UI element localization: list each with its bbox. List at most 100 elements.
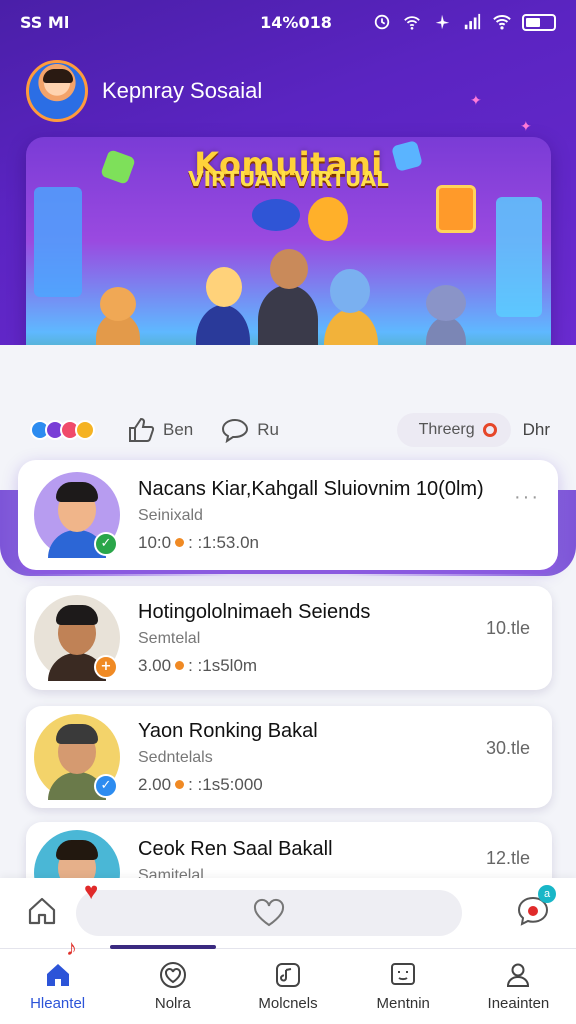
user-icon xyxy=(507,963,530,987)
search-input[interactable]: ♥ xyxy=(76,878,462,936)
status-icons xyxy=(372,13,556,31)
list-item-meta: 3.00 : :1s5l0m xyxy=(138,656,486,676)
comment-label: Ru xyxy=(257,420,279,439)
list-item-meta: 10:0 : :1:53.0n xyxy=(138,533,514,553)
status-bar: SS Ml 14%018 xyxy=(0,0,576,44)
list-item[interactable]: + Hotingololnimaeh Seiends Semtelal 3.00… xyxy=(26,586,552,690)
like-button[interactable]: Ben xyxy=(127,417,193,443)
trend-label: Threerg xyxy=(418,421,475,438)
tab-likes[interactable]: Nolra xyxy=(115,949,230,1024)
media-icon xyxy=(276,963,300,987)
message-icon xyxy=(391,963,416,985)
avatar[interactable]: ✓ xyxy=(34,472,120,558)
tab-label: Molcnels xyxy=(258,995,318,1012)
compose-bar: ♥ a xyxy=(0,878,576,948)
list-item-meta: 2.00 : :1s5:000 xyxy=(138,775,486,795)
heart-icon xyxy=(159,962,186,988)
clock: 14%018 xyxy=(260,12,332,32)
list-item-title: Hotingololnimaeh Seiends xyxy=(138,600,371,623)
bear-head xyxy=(426,285,466,321)
list-item-subtitle: Semtelal xyxy=(138,629,201,647)
avatar[interactable]: + xyxy=(34,595,120,681)
list-item[interactable]: ✓ Nacans Kiar,Kahgall Sluiovnim 10(0lm) … xyxy=(18,460,558,570)
bottom-tab-bar: ♪ Hleantel Nolra Molcnels Mentnin Ineain… xyxy=(0,935,576,1024)
comment-icon xyxy=(222,418,249,443)
screen-decoration xyxy=(34,187,82,297)
girl-head xyxy=(330,269,370,313)
home-button[interactable] xyxy=(26,895,58,932)
tab-label: Nolra xyxy=(154,995,191,1012)
list-item[interactable]: ✓ Yaon Ronking Bakal Sedntelals 2.00 : :… xyxy=(26,706,552,808)
wifi-icon xyxy=(404,16,420,30)
post-action-row: Ben Ru Threerg Dhr xyxy=(30,410,550,450)
more-options-icon[interactable]: ··· xyxy=(514,486,540,509)
tab-media[interactable]: Molcnels xyxy=(230,949,345,1024)
meta-value: 3.00 xyxy=(138,655,172,675)
alarm-icon xyxy=(374,14,390,30)
tab-label: Ineainten xyxy=(487,995,550,1012)
trending-toggle[interactable]: Threerg xyxy=(396,413,511,447)
avatar[interactable]: ✓ xyxy=(34,714,120,800)
list-item-text: Nacans Kiar,Kahgall Sluiovnim 10(0lm) Se… xyxy=(138,478,514,553)
photo-frame-decoration xyxy=(436,185,476,233)
carrier-label: SS Ml xyxy=(20,12,70,32)
girl-head xyxy=(206,267,242,307)
list-item-text: Yaon Ronking Bakal Sedntelals 2.00 : :1s… xyxy=(138,720,486,795)
chat-badge: a xyxy=(538,884,556,903)
heart-icon: ♥ xyxy=(84,878,99,905)
meta-time: : :1:53.0n xyxy=(188,532,259,552)
avatar-hair xyxy=(56,840,98,860)
more-link[interactable]: Dhr xyxy=(523,420,550,440)
home-icon xyxy=(46,964,69,986)
tab-home[interactable]: Hleantel xyxy=(0,949,115,1024)
profile-name: Kepnray Sosaial xyxy=(102,78,263,103)
avatar[interactable] xyxy=(26,60,88,122)
list-item-text: Hotingololnimaeh Seiends Semtelal 3.00 :… xyxy=(138,601,486,676)
banner-subtitle: VIRTUAN VIRTUAL xyxy=(188,167,389,191)
airplane-icon xyxy=(435,14,450,30)
bear-head xyxy=(100,287,136,321)
avatar-hair xyxy=(56,724,98,744)
status-dot-icon xyxy=(175,538,185,547)
list-item-title: Ceok Ren Saal Bakall xyxy=(138,838,333,860)
list-item-count: 12.tle xyxy=(485,848,530,868)
thumbs-up-icon xyxy=(129,417,155,442)
ball-decoration xyxy=(252,199,300,231)
tab-profile[interactable]: Ineainten xyxy=(461,949,576,1024)
status-dot-icon xyxy=(175,780,185,789)
heart-outline-icon xyxy=(253,898,285,927)
meta-value: 2.00 xyxy=(138,774,172,794)
check-icon: ✓ xyxy=(94,774,118,798)
comment-button[interactable]: Ru xyxy=(221,417,279,443)
wifi-icon xyxy=(493,15,511,30)
reaction-icon xyxy=(75,420,95,440)
tab-messages[interactable]: Mentnin xyxy=(346,949,461,1024)
home-icon xyxy=(28,897,56,924)
tab-label: Hleantel xyxy=(30,995,86,1012)
signal-icon xyxy=(464,13,481,30)
list-item-title: Nacans Kiar,Kahgall Sluiovnim 10(0lm) xyxy=(138,477,484,500)
trophy-decoration xyxy=(308,197,348,241)
avatar-hair xyxy=(56,482,98,502)
boy-head xyxy=(270,249,308,289)
tab-indicator xyxy=(110,945,216,949)
meta-time: : :1s5l0m xyxy=(188,655,258,675)
record-icon xyxy=(482,423,497,437)
status-dot-icon xyxy=(175,661,185,670)
music-note-icon: ♪ xyxy=(66,935,77,960)
check-icon: ✓ xyxy=(94,532,118,556)
reaction-summary[interactable] xyxy=(30,420,95,440)
list-item-subtitle: Seinixald xyxy=(138,506,203,524)
avatar-hair xyxy=(56,605,98,625)
sparkle-icon: ✦ xyxy=(520,118,532,134)
meta-time: : :1s5:000 xyxy=(188,774,263,794)
meta-value: 10:0 xyxy=(138,532,172,552)
screen-decoration xyxy=(496,197,542,317)
profile-row[interactable]: Kepnray Sosaial xyxy=(26,60,262,122)
plus-icon: + xyxy=(94,655,118,679)
list-item-title: Yaon Ronking Bakal xyxy=(138,719,318,742)
list-item-count: 30.tle xyxy=(485,738,530,758)
like-label: Ben xyxy=(163,420,194,439)
list-item-count: 10.tle xyxy=(485,618,530,638)
chat-button[interactable]: a xyxy=(516,884,556,932)
